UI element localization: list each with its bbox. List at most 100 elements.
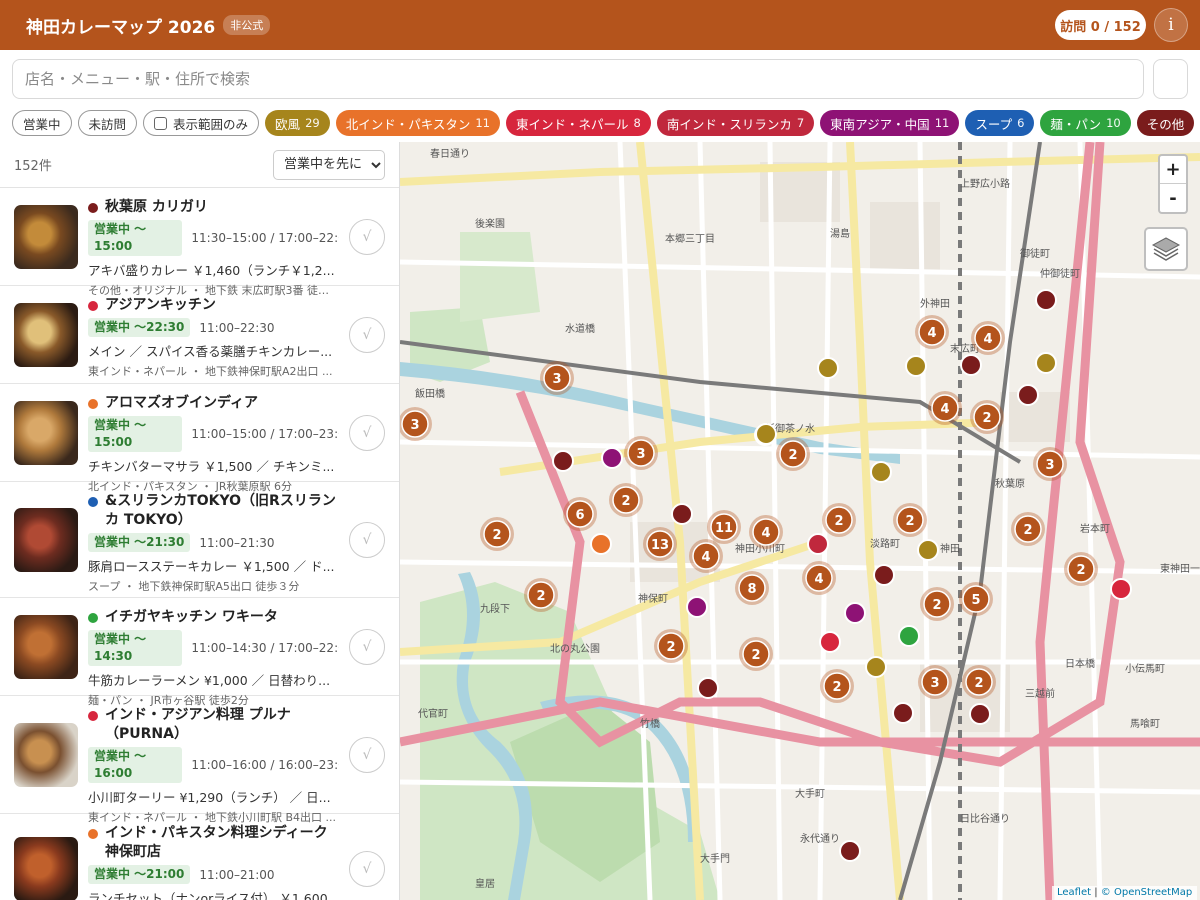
- genre-chip[interactable]: 欧風 29: [265, 110, 330, 136]
- marker-cluster[interactable]: 2: [776, 437, 810, 471]
- visit-counter-button[interactable]: 訪問 0 / 152: [1055, 10, 1146, 40]
- visit-check-button[interactable]: √: [349, 629, 385, 665]
- genre-chip[interactable]: 東インド・ネパール 8: [505, 110, 651, 136]
- genre-chip[interactable]: 南インド・スリランカ 7: [656, 110, 815, 136]
- store-marker[interactable]: [697, 677, 719, 699]
- visit-check-button[interactable]: √: [349, 522, 385, 558]
- visit-check-button[interactable]: √: [349, 317, 385, 353]
- filter-in-view[interactable]: 表示範囲のみ: [143, 110, 260, 136]
- store-marker[interactable]: [905, 355, 927, 377]
- marker-cluster[interactable]: 2: [480, 517, 514, 551]
- map-place-label: 秋葉原: [995, 477, 1025, 490]
- store-list-item[interactable]: イチガヤキッチン ワキータ 営業中 〜14:30 11:00–14:30 / 1…: [0, 598, 399, 707]
- store-marker[interactable]: [960, 354, 982, 376]
- store-marker[interactable]: [917, 539, 939, 561]
- store-list-item[interactable]: アジアンキッチン 営業中 〜22:30 11:00–22:30 メイン ／ スパ…: [0, 286, 399, 384]
- store-marker[interactable]: [969, 703, 991, 725]
- marker-cluster[interactable]: 2: [920, 587, 954, 621]
- store-list-item[interactable]: &スリランカTOKYO（旧Rスリランカ TOKYO） 営業中 〜21:30 11…: [0, 482, 399, 598]
- store-marker[interactable]: [844, 602, 866, 624]
- marker-cluster[interactable]: 4: [802, 561, 836, 595]
- sort-select[interactable]: 営業中を先に: [273, 149, 385, 180]
- marker-cluster[interactable]: 2: [1011, 512, 1045, 546]
- marker-cluster[interactable]: 2: [654, 629, 688, 663]
- osm-link[interactable]: © OpenStreetMap: [1101, 887, 1192, 898]
- visit-check-button[interactable]: √: [349, 737, 385, 773]
- genre-chip[interactable]: その他: [1136, 110, 1195, 136]
- marker-cluster-count: 2: [832, 680, 841, 695]
- store-marker[interactable]: [1017, 384, 1039, 406]
- marker-cluster[interactable]: 2: [893, 503, 927, 537]
- store-marker[interactable]: [1035, 352, 1057, 374]
- locate-button[interactable]: [1153, 59, 1188, 99]
- marker-cluster[interactable]: 2: [609, 483, 643, 517]
- marker-cluster[interactable]: 2: [1064, 552, 1098, 586]
- marker-cluster[interactable]: 11: [707, 510, 741, 544]
- search-input[interactable]: [12, 59, 1144, 99]
- store-name-row: &スリランカTOKYO（旧Rスリランカ TOKYO）: [88, 492, 339, 530]
- genre-chip[interactable]: スープ 6: [965, 110, 1035, 136]
- store-marker[interactable]: [671, 503, 693, 525]
- store-list-item[interactable]: 秋葉原 カリガリ 営業中 〜15:00 11:30–15:00 / 17:00–…: [0, 188, 399, 297]
- filter-unvisited[interactable]: 未訪問: [77, 110, 138, 136]
- store-marker[interactable]: [686, 596, 708, 618]
- open-status-badge: 営業中 〜22:30: [88, 318, 191, 337]
- store-marker[interactable]: [552, 450, 574, 472]
- store-marker[interactable]: [1035, 289, 1057, 311]
- marker-cluster[interactable]: 2: [970, 400, 1004, 434]
- marker-cluster[interactable]: 2: [820, 669, 854, 703]
- layers-button[interactable]: [1144, 227, 1188, 271]
- visit-check-button[interactable]: √: [349, 219, 385, 255]
- marker-cluster[interactable]: 4: [971, 321, 1005, 355]
- marker-cluster[interactable]: 4: [689, 539, 723, 573]
- store-list-item[interactable]: インド・アジアン料理 プルナ（PURNA） 営業中 〜16:00 11:00–1…: [0, 696, 399, 824]
- marker-cluster[interactable]: 13: [643, 527, 677, 561]
- store-list-item[interactable]: アロマズオブインディア 営業中 〜15:00 11:00–15:00 / 17:…: [0, 384, 399, 493]
- marker-cluster[interactable]: 3: [624, 436, 658, 470]
- marker-cluster[interactable]: 2: [739, 637, 773, 671]
- map-place-label: 大手町: [795, 787, 825, 800]
- store-thumbnail: [14, 615, 78, 679]
- store-list-item[interactable]: インド・パキスタン料理シディーク 神保町店 営業中 〜21:00 11:00–2…: [0, 814, 399, 900]
- info-icon[interactable]: i: [1154, 8, 1188, 42]
- store-marker[interactable]: [898, 625, 920, 647]
- marker-cluster[interactable]: 2: [822, 503, 856, 537]
- map-tiles[interactable]: 春日通り本郷三丁目後楽園水道橋神田小川町神保町九段下秋葉原末広町上野広小路御徒町…: [400, 142, 1200, 900]
- genre-dot: [88, 497, 98, 507]
- genre-chip[interactable]: 東南アジア・中国 11: [820, 110, 960, 136]
- marker-cluster[interactable]: 2: [962, 665, 996, 699]
- marker-cluster[interactable]: 3: [540, 361, 574, 395]
- store-thumbnail: [14, 508, 78, 572]
- visit-check-button[interactable]: √: [349, 415, 385, 451]
- leaflet-link[interactable]: Leaflet: [1057, 887, 1091, 898]
- store-marker[interactable]: [870, 461, 892, 483]
- store-marker[interactable]: [807, 533, 829, 555]
- store-marker[interactable]: [1110, 578, 1132, 600]
- store-marker[interactable]: [819, 631, 841, 653]
- marker-cluster[interactable]: 6: [563, 497, 597, 531]
- genre-chip[interactable]: 麺・パン 10: [1040, 110, 1131, 136]
- store-marker[interactable]: [817, 357, 839, 379]
- store-thumbnail: [14, 837, 78, 900]
- store-marker[interactable]: [601, 447, 623, 469]
- store-marker[interactable]: [892, 702, 914, 724]
- store-marker[interactable]: [590, 533, 612, 555]
- marker-cluster[interactable]: 3: [918, 665, 952, 699]
- store-marker[interactable]: [873, 564, 895, 586]
- zoom-out-button[interactable]: -: [1160, 184, 1186, 212]
- store-marker[interactable]: [865, 656, 887, 678]
- marker-cluster[interactable]: 4: [928, 391, 962, 425]
- map-view[interactable]: 春日通り 本郷三丁目 後楽園 水道橋 神田小川町 神保町 九段下 秋葉原 末広町 上野広小路 御徒町…: [400, 142, 1200, 900]
- marker-cluster[interactable]: 2: [524, 578, 558, 612]
- store-marker[interactable]: [755, 423, 777, 445]
- visit-check-button[interactable]: √: [349, 851, 385, 887]
- marker-cluster[interactable]: 4: [915, 315, 949, 349]
- filter-open-now[interactable]: 営業中: [12, 110, 72, 136]
- zoom-in-button[interactable]: +: [1160, 156, 1186, 184]
- store-marker[interactable]: [839, 840, 861, 862]
- marker-cluster[interactable]: 3: [1033, 447, 1067, 481]
- marker-cluster[interactable]: 8: [735, 571, 769, 605]
- genre-chip[interactable]: 北インド・パキスタン 11: [335, 110, 500, 136]
- marker-cluster[interactable]: 5: [959, 582, 993, 616]
- marker-cluster[interactable]: 4: [749, 515, 783, 549]
